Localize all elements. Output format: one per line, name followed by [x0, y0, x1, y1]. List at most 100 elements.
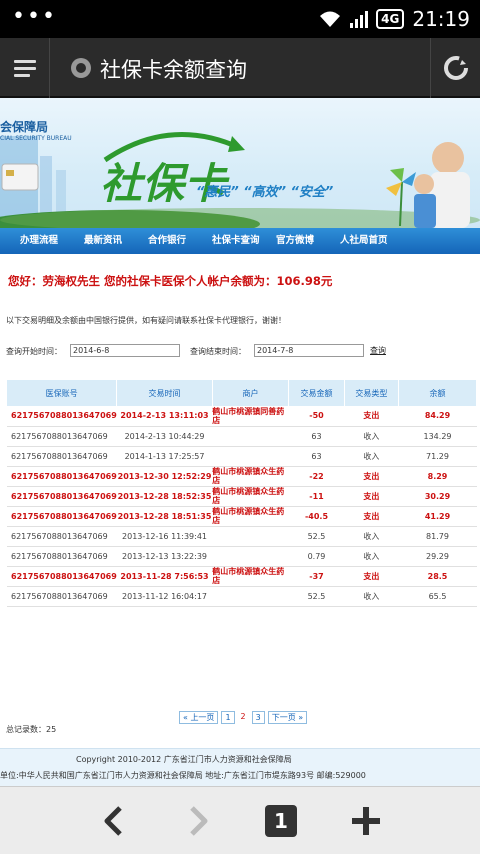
hamburger-icon — [13, 60, 36, 77]
page-link-1[interactable]: 1 — [221, 711, 235, 724]
table-row: 6217567088013647069 2013-11-12 16:04:17 52… — [7, 586, 477, 607]
signal-icon — [350, 11, 369, 28]
cell-account: 6217567088013647069 — [7, 526, 117, 547]
cell-account: 6217567088013647069 — [7, 546, 117, 567]
menu-button[interactable] — [0, 38, 50, 98]
cell-merchant — [212, 526, 289, 547]
cell-time: 2013-12-16 11:39:41 — [116, 526, 213, 547]
web-page[interactable]: 会保障局 CIAL SECURITY BUREAU 社保卡 “惠民” “高效” … — [0, 98, 480, 786]
query-form: 查询开始时间： 2014-6-8 查询结束时间： 2014-7-8 查询 — [6, 344, 476, 358]
cell-time: 2014-2-13 10:44:29 — [116, 426, 213, 447]
footer-address: 单位:中华人民共和国广东省江门市人力资源和社会保障局 地址:广东省江门市堤东路9… — [0, 771, 366, 780]
table-row: 6217567088013647069 2014-1-13 17:25:57 63 收… — [7, 446, 477, 467]
cell-amount: 0.79 — [288, 546, 345, 567]
cell-balance: 65.5 — [398, 586, 477, 607]
tabs-button[interactable]: 1 — [241, 787, 321, 855]
transaction-table: 医保账号 交易时间 商户 交易金额 交易类型 余额 62175670880136… — [7, 380, 477, 607]
nav-item-process[interactable]: 办理流程 — [0, 228, 64, 254]
cell-account: 6217567088013647069 — [7, 566, 117, 587]
cell-time: 2013-12-28 18:52:35 — [116, 486, 213, 507]
reload-icon — [443, 56, 468, 80]
cell-time: 2014-2-13 13:11:03 — [116, 406, 213, 427]
cell-time: 2013-12-30 12:52:29 — [116, 466, 213, 487]
page-title: 社保卡余额查询 — [100, 58, 247, 82]
cell-amount: -11 — [288, 486, 345, 507]
cell-type: 支出 — [344, 566, 399, 587]
next-page-link[interactable]: 下一页 » — [267, 711, 308, 724]
col-merchant: 商户 — [212, 380, 290, 406]
cell-balance: 8.29 — [398, 466, 477, 487]
banner-artwork — [0, 132, 480, 228]
page-current: 2 — [237, 711, 249, 724]
cell-merchant: 鹤山市桃源镇同善药店 — [212, 406, 289, 427]
page-link-3[interactable]: 3 — [251, 711, 265, 724]
browser-toolbar: 社保卡余额查询 — [0, 38, 480, 98]
cell-merchant: 鹤山市桃源镇众生药店 — [212, 466, 289, 487]
table-row: 6217567088013647069 2014-2-13 13:11:03 鹤山市… — [7, 406, 477, 427]
cell-type: 收入 — [344, 446, 399, 467]
back-button[interactable] — [73, 787, 153, 855]
table-row: 6217567088013647069 2013-11-28 7:56:53 鹤山市… — [7, 566, 477, 587]
cell-amount: 52.5 — [288, 586, 345, 607]
main-content: 您好：劳海权先生 您的社保卡医保个人帐户余额为：106.98元 以下交易明细及余… — [4, 262, 480, 748]
cell-account: 6217567088013647069 — [7, 446, 117, 467]
nav-item-home[interactable]: 人社局首页 — [320, 228, 388, 254]
reload-button[interactable] — [430, 38, 480, 98]
query-button[interactable]: 查询 — [370, 345, 386, 356]
cell-merchant — [212, 426, 289, 447]
cell-amount: -50 — [288, 406, 345, 427]
banner-slogan: “惠民” “高效” “安全” — [196, 185, 334, 200]
cell-merchant: 鹤山市桃源镇众生药店 — [212, 486, 289, 507]
cell-type: 收入 — [344, 426, 399, 447]
total-records: 总记录数：25 — [6, 725, 57, 734]
cell-merchant — [212, 446, 289, 467]
start-date-input[interactable]: 2014-6-8 — [70, 344, 180, 357]
banner-logo-text: 会保障局 — [0, 120, 49, 134]
end-date-input[interactable]: 2014-7-8 — [254, 344, 364, 357]
cell-amount: 63 — [288, 426, 345, 447]
table-row: 6217567088013647069 2013-12-28 18:51:35 鹤山… — [7, 506, 477, 527]
nav-item-banks[interactable]: 合作银行 — [128, 228, 192, 254]
cell-type: 收入 — [344, 546, 399, 567]
cell-balance: 30.29 — [398, 486, 477, 507]
prev-page-link[interactable]: « 上一页 — [179, 711, 219, 724]
bank-notice: 以下交易明细及余额由中国银行提供，如有疑问请联系社保卡代理银行，谢谢！ — [6, 316, 286, 325]
cell-account: 6217567088013647069 — [7, 586, 117, 607]
cell-time: 2013-12-13 13:22:39 — [116, 546, 213, 567]
cell-amount: -22 — [288, 466, 345, 487]
forward-button[interactable] — [159, 787, 239, 855]
site-nav: 办理流程 最新资讯 合作银行 社保卡查询 官方微博 人社局首页 — [0, 228, 480, 254]
col-balance: 余额 — [398, 380, 477, 406]
cell-balance: 84.29 — [398, 406, 477, 427]
cell-time: 2013-11-28 7:56:53 — [116, 566, 213, 587]
cell-time: 2013-12-28 18:51:35 — [116, 506, 213, 527]
cell-amount: 52.5 — [288, 526, 345, 547]
cell-balance: 28.5 — [398, 566, 477, 587]
nav-item-news[interactable]: 最新资讯 — [64, 228, 128, 254]
nav-item-card-query[interactable]: 社保卡查询 — [192, 228, 260, 254]
balance-greeting: 您好：劳海权先生 您的社保卡医保个人帐户余额为：106.98元 — [8, 274, 333, 288]
pagination: « 上一页 1 2 3 下一页 » — [179, 711, 308, 724]
nav-item-weibo[interactable]: 官方微博 — [256, 228, 320, 254]
status-icons: 4G 21:19 — [318, 6, 470, 32]
cell-balance: 81.79 — [398, 526, 477, 547]
cell-time: 2013-11-12 16:04:17 — [116, 586, 213, 607]
cell-balance: 29.29 — [398, 546, 477, 567]
col-time: 交易时间 — [116, 380, 213, 406]
col-account: 医保账号 — [7, 380, 118, 406]
cell-balance: 134.29 — [398, 426, 477, 447]
forward-arrow-icon — [190, 806, 208, 836]
back-arrow-icon — [104, 806, 122, 836]
footer-copyright: Copyright 2010-2012 广东省江门市人力资源和社会保障局 — [76, 755, 292, 764]
table-row: 6217567088013647069 2013-12-16 11:39:41 52… — [7, 526, 477, 547]
new-tab-button[interactable] — [326, 787, 406, 855]
site-favicon-icon — [71, 58, 91, 78]
table-row: 6217567088013647069 2013-12-28 18:52:35 鹤山… — [7, 486, 477, 507]
cell-account: 6217567088013647069 — [7, 466, 117, 487]
browser-bottom-bar: 1 — [0, 786, 480, 854]
page-footer: Copyright 2010-2012 广东省江门市人力资源和社会保障局 单位:… — [0, 748, 480, 786]
cell-merchant: 鹤山市桃源镇众生药店 — [212, 506, 289, 527]
network-badge: 4G — [376, 9, 405, 29]
table-row: 6217567088013647069 2013-12-30 12:52:29 鹤山… — [7, 466, 477, 487]
cell-merchant — [212, 586, 289, 607]
